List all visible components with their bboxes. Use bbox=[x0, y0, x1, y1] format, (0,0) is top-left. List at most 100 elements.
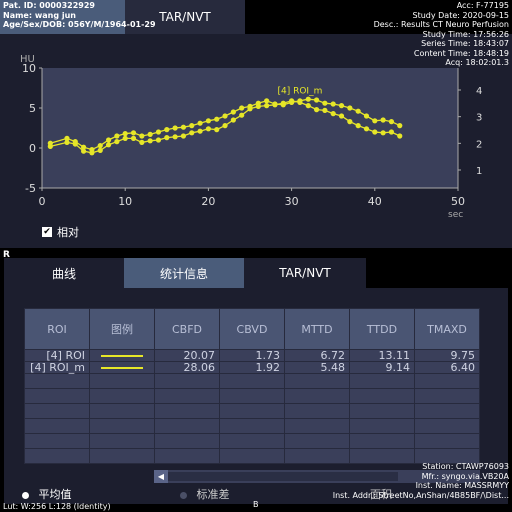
data-point bbox=[164, 127, 170, 133]
data-point bbox=[347, 105, 353, 111]
y2-tick-label: 1 bbox=[476, 166, 482, 177]
data-point bbox=[214, 116, 220, 122]
col-mttd: MTTD bbox=[284, 308, 350, 350]
data-point bbox=[305, 103, 311, 109]
data-point bbox=[172, 134, 178, 140]
legend-swatch bbox=[89, 361, 155, 374]
cell-tmaxd: 6.40 bbox=[414, 361, 480, 374]
data-point bbox=[222, 113, 228, 119]
series-time: Series Time: 18:43:07 bbox=[421, 39, 509, 48]
tab-statistics-label: 统计信息 bbox=[159, 266, 208, 281]
data-point bbox=[313, 107, 320, 113]
x-tick-label: 20 bbox=[201, 195, 215, 208]
y-tick-label: 5 bbox=[29, 102, 36, 115]
data-point bbox=[355, 123, 361, 129]
data-point bbox=[122, 135, 128, 141]
cell-mttd: 6.72 bbox=[284, 349, 350, 362]
data-point bbox=[114, 133, 120, 139]
data-point bbox=[147, 138, 153, 144]
lower-tab-bar: 曲线 统计信息 TAR/NVT bbox=[0, 258, 512, 288]
data-point bbox=[164, 135, 170, 141]
x-tick-label: 10 bbox=[118, 195, 132, 208]
station: Station: CTAWP76093 bbox=[422, 462, 509, 471]
accession: Acc: F-77195 bbox=[456, 1, 509, 10]
legend-swatch bbox=[89, 349, 155, 362]
orientation-marker-b: B bbox=[253, 500, 259, 509]
data-point bbox=[363, 113, 370, 119]
tab-curve-label: 曲线 bbox=[51, 266, 76, 281]
relative-checkbox[interactable]: ✔ bbox=[42, 227, 52, 237]
data-point bbox=[155, 129, 162, 135]
table-header-row: ROI 图例 CBFD CBVD MTTD TTDD TMAXD bbox=[24, 308, 480, 350]
data-point bbox=[280, 102, 286, 108]
cell-mttd: 5.48 bbox=[284, 361, 350, 374]
radio-std-dot[interactable] bbox=[180, 491, 187, 499]
tab-statistics[interactable]: 统计信息 bbox=[124, 258, 244, 288]
table-row[interactable]: [4] ROI_m 28.06 1.92 5.48 9.14 6.40 bbox=[24, 361, 480, 374]
acq-time: Acq: 18:02:01.3 bbox=[445, 58, 509, 67]
study-time: Study Time: 17:56:26 bbox=[422, 29, 509, 39]
x-tick-label: 40 bbox=[368, 195, 382, 208]
scroll-left-arrow[interactable]: ◀ bbox=[154, 470, 168, 483]
data-point bbox=[239, 105, 245, 111]
col-cbfd: CBFD bbox=[154, 308, 220, 350]
cell-cbvd: 1.73 bbox=[219, 349, 285, 362]
relative-label: 相对 bbox=[57, 226, 79, 239]
data-point bbox=[247, 103, 253, 109]
tab-tar-nvt-lower[interactable]: TAR/NVT bbox=[244, 258, 366, 288]
cell-roi: [4] ROI_m bbox=[24, 361, 90, 374]
data-point bbox=[139, 133, 145, 139]
data-point bbox=[197, 128, 203, 134]
content-time: Content Time: 18:48:19 bbox=[413, 48, 509, 58]
data-point bbox=[147, 131, 153, 137]
data-point bbox=[397, 133, 403, 139]
radio-mean-dot[interactable] bbox=[22, 491, 29, 499]
radio-mean[interactable]: 平均值 bbox=[22, 486, 72, 502]
cell-cbvd: 1.92 bbox=[219, 361, 285, 374]
data-point bbox=[205, 126, 211, 132]
col-roi: ROI bbox=[24, 308, 90, 350]
data-point bbox=[330, 111, 336, 117]
data-point bbox=[264, 98, 270, 104]
data-point bbox=[189, 130, 195, 136]
data-point bbox=[130, 135, 137, 141]
table-row[interactable]: [4] ROI 20.07 1.73 6.72 13.11 9.75 bbox=[24, 349, 480, 362]
data-point bbox=[180, 124, 187, 130]
cell-ttdd: 9.14 bbox=[349, 361, 415, 374]
cell-ttdd: 13.11 bbox=[349, 349, 415, 362]
data-point bbox=[330, 101, 336, 107]
tab-tar-nvt-label: TAR/NVT bbox=[159, 10, 211, 24]
radio-std-label: 标准差 bbox=[196, 488, 230, 501]
data-point bbox=[81, 144, 87, 150]
col-ttdd: TTDD bbox=[349, 308, 415, 350]
relative-checkbox-group[interactable]: ✔ 相对 bbox=[42, 224, 79, 240]
data-point bbox=[155, 137, 162, 143]
data-point bbox=[97, 147, 103, 153]
data-point bbox=[214, 127, 220, 133]
data-point bbox=[289, 99, 295, 105]
manufacturer: Mfr.: syngo.via.VB20A bbox=[421, 471, 509, 481]
col-cbvd: CBVD bbox=[219, 308, 285, 350]
data-point bbox=[388, 119, 395, 125]
data-point bbox=[205, 118, 211, 124]
col-tmaxd: TMAXD bbox=[414, 308, 480, 350]
institution-address: Inst. Addr.: StreetNo,AnShan/4B85BF/\Dis… bbox=[332, 490, 509, 500]
radio-std[interactable]: 标准差 bbox=[180, 486, 230, 502]
x-axis-label: sec bbox=[448, 210, 463, 220]
tab-curve[interactable]: 曲线 bbox=[4, 258, 124, 288]
y-tick-label: -5 bbox=[25, 182, 36, 195]
patient-name: Name: wang jun bbox=[3, 10, 76, 20]
statistics-table: ROI 图例 CBFD CBVD MTTD TTDD TMAXD [4] ROI… bbox=[24, 308, 480, 464]
patient-info-overlay: Pat. ID: 0000322929 Name: wang jun Age/S… bbox=[3, 1, 156, 30]
col-legend: 图例 bbox=[89, 308, 155, 350]
data-point bbox=[230, 109, 236, 115]
data-point bbox=[230, 117, 236, 123]
study-desc: Desc.: Results CT Neuro Perfusion bbox=[373, 20, 509, 29]
station-overlay: Station: CTAWP76093 Mfr.: syngo.via.VB20… bbox=[333, 462, 509, 500]
table-row-empty bbox=[24, 433, 480, 449]
data-point bbox=[272, 101, 278, 107]
x-tick-label: 0 bbox=[39, 195, 46, 208]
tab-tar-nvt-lower-label: TAR/NVT bbox=[279, 266, 331, 280]
data-point bbox=[114, 139, 120, 145]
cell-roi: [4] ROI bbox=[24, 349, 90, 362]
